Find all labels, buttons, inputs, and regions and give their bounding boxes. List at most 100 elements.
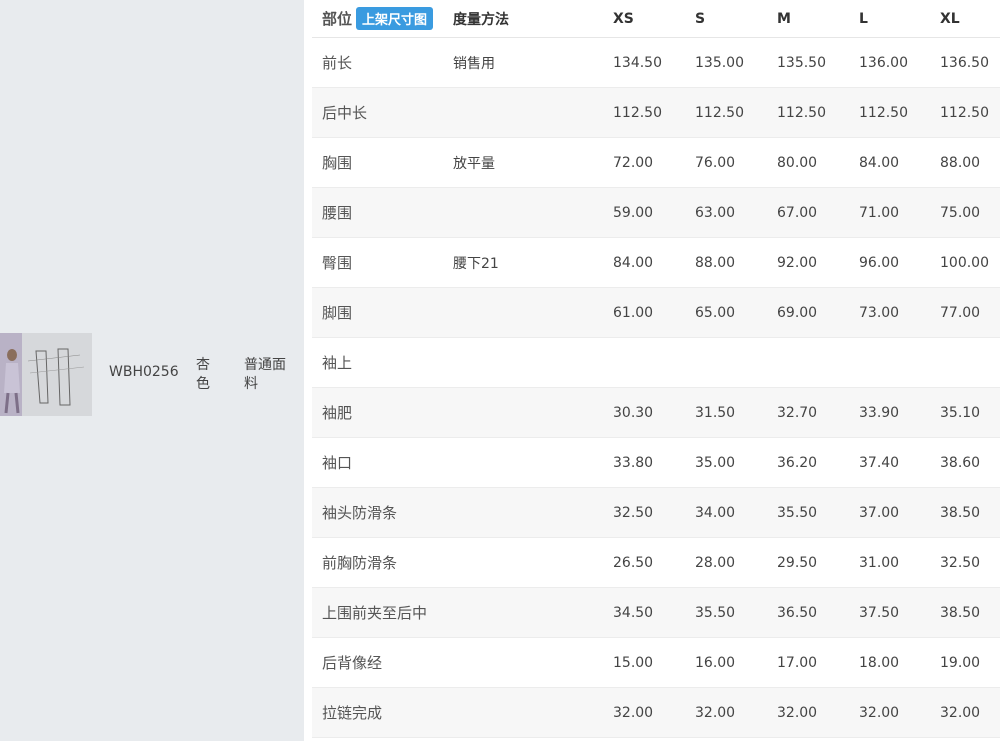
product-thumbnail[interactable] <box>0 333 92 416</box>
row-size-l: 84.00 <box>859 154 900 171</box>
row-size-l: 18.00 <box>859 654 900 671</box>
table-row: 袖口 33.80 35.00 36.20 37.40 38.60 <box>312 438 1000 488</box>
table-row: 前胸防滑条 26.50 28.00 29.50 31.00 32.50 <box>312 538 1000 588</box>
header-part: 部位 上架尺寸图 <box>322 0 434 37</box>
row-size-xl: 88.00 <box>940 154 981 171</box>
header-size-m: M <box>777 10 791 27</box>
row-size-l: 37.50 <box>859 604 900 621</box>
row-part: 袖上 <box>322 354 353 372</box>
table-row: 臀围 腰下21 84.00 88.00 92.00 96.00 100.00 <box>312 238 1000 288</box>
row-part: 前胸防滑条 <box>322 554 398 572</box>
row-size-l: 112.50 <box>859 104 908 121</box>
row-size-s: 31.50 <box>695 404 736 421</box>
row-size-xl: 136.50 <box>940 54 989 71</box>
row-part: 前长 <box>322 54 353 72</box>
row-size-m: 135.50 <box>777 54 826 71</box>
row-size-m: 92.00 <box>777 254 818 271</box>
row-size-xs: 26.50 <box>613 554 654 571</box>
row-size-m: 35.50 <box>777 504 818 521</box>
row-part: 后中长 <box>322 104 368 122</box>
row-size-xs: 134.50 <box>613 54 662 71</box>
row-part: 臀围 <box>322 254 353 272</box>
header-method: 度量方法 <box>453 11 509 28</box>
row-size-xs: 34.50 <box>613 604 654 621</box>
row-size-s: 28.00 <box>695 554 736 571</box>
row-size-m: 112.50 <box>777 104 826 121</box>
row-size-s: 34.00 <box>695 504 736 521</box>
row-method: 放平量 <box>453 155 495 172</box>
row-size-xs: 32.50 <box>613 504 654 521</box>
row-size-s: 135.00 <box>695 54 744 71</box>
row-size-s: 16.00 <box>695 654 736 671</box>
row-size-xs: 15.00 <box>613 654 654 671</box>
row-size-l: 71.00 <box>859 204 900 221</box>
table-row: 袖头防滑条 32.50 34.00 35.50 37.00 38.50 <box>312 488 1000 538</box>
header-part-label: 部位 <box>322 10 353 28</box>
row-size-xl: 32.00 <box>940 704 981 721</box>
size-chart-table: 部位 上架尺寸图 度量方法 XS S M L XL 前长 销售用 134.50 135… <box>312 0 1000 738</box>
row-size-m: 29.50 <box>777 554 818 571</box>
table-body: 前长 销售用 134.50 135.00 135.50 136.00 136.50 后中长 11… <box>312 38 1000 738</box>
table-row: 胸围 放平量 72.00 76.00 80.00 84.00 88.00 <box>312 138 1000 188</box>
row-size-s: 35.00 <box>695 454 736 471</box>
row-size-m: 32.70 <box>777 404 818 421</box>
header-size-xl: XL <box>940 10 960 27</box>
row-size-xs: 72.00 <box>613 154 654 171</box>
row-size-l: 32.00 <box>859 704 900 721</box>
row-part: 袖口 <box>322 454 353 472</box>
row-size-xl: 38.60 <box>940 454 981 471</box>
row-size-m: 32.00 <box>777 704 818 721</box>
table-row: 后中长 112.50 112.50 112.50 112.50 112.50 <box>312 88 1000 138</box>
row-size-s: 35.50 <box>695 604 736 621</box>
row-size-m: 67.00 <box>777 204 818 221</box>
size-chart-badge[interactable]: 上架尺寸图 <box>356 7 434 30</box>
row-size-xl: 32.50 <box>940 554 981 571</box>
row-size-l: 136.00 <box>859 54 908 71</box>
row-part: 后背像经 <box>322 654 383 672</box>
row-size-s: 32.00 <box>695 704 736 721</box>
row-size-xs: 84.00 <box>613 254 654 271</box>
row-size-xs: 112.50 <box>613 104 662 121</box>
row-size-xs: 32.00 <box>613 704 654 721</box>
header-size-xs: XS <box>613 10 634 27</box>
row-size-s: 65.00 <box>695 304 736 321</box>
row-method: 腰下21 <box>453 255 499 272</box>
header-size-l: L <box>859 10 868 27</box>
table-row: 袖上 <box>312 338 1000 388</box>
row-size-m: 17.00 <box>777 654 818 671</box>
row-part: 上围前夹至后中 <box>322 604 428 622</box>
table-row: 脚围 61.00 65.00 69.00 73.00 77.00 <box>312 288 1000 338</box>
row-part: 袖头防滑条 <box>322 504 398 522</box>
row-size-xs: 59.00 <box>613 204 654 221</box>
product-color: 杏色 <box>196 357 210 392</box>
table-row: 腰围 59.00 63.00 67.00 71.00 75.00 <box>312 188 1000 238</box>
row-size-l: 31.00 <box>859 554 900 571</box>
row-size-xl: 38.50 <box>940 504 981 521</box>
row-size-m: 69.00 <box>777 304 818 321</box>
row-size-s: 76.00 <box>695 154 736 171</box>
table-row: 拉链完成 32.00 32.00 32.00 32.00 32.00 <box>312 688 1000 738</box>
row-part: 腰围 <box>322 204 353 222</box>
row-part: 袖肥 <box>322 404 353 422</box>
row-size-m: 80.00 <box>777 154 818 171</box>
row-size-xl: 38.50 <box>940 604 981 621</box>
row-size-l: 37.00 <box>859 504 900 521</box>
product-fabric: 普通面料 <box>244 357 286 392</box>
table-row: 前长 销售用 134.50 135.00 135.50 136.00 136.50 <box>312 38 1000 88</box>
row-size-m: 36.20 <box>777 454 818 471</box>
row-size-m: 36.50 <box>777 604 818 621</box>
product-code: WBH0256 <box>109 364 179 380</box>
row-size-s: 112.50 <box>695 104 744 121</box>
row-size-xl: 35.10 <box>940 404 981 421</box>
row-part: 拉链完成 <box>322 704 383 722</box>
product-info-panel: WBH0256 杏色 普通面料 <box>0 0 304 741</box>
row-size-xl: 112.50 <box>940 104 989 121</box>
row-size-l: 37.40 <box>859 454 900 471</box>
row-size-s: 88.00 <box>695 254 736 271</box>
table-row: 袖肥 30.30 31.50 32.70 33.90 35.10 <box>312 388 1000 438</box>
row-size-xs: 61.00 <box>613 304 654 321</box>
row-size-xs: 33.80 <box>613 454 654 471</box>
row-size-xl: 19.00 <box>940 654 981 671</box>
row-method: 销售用 <box>453 55 495 72</box>
row-size-l: 33.90 <box>859 404 900 421</box>
